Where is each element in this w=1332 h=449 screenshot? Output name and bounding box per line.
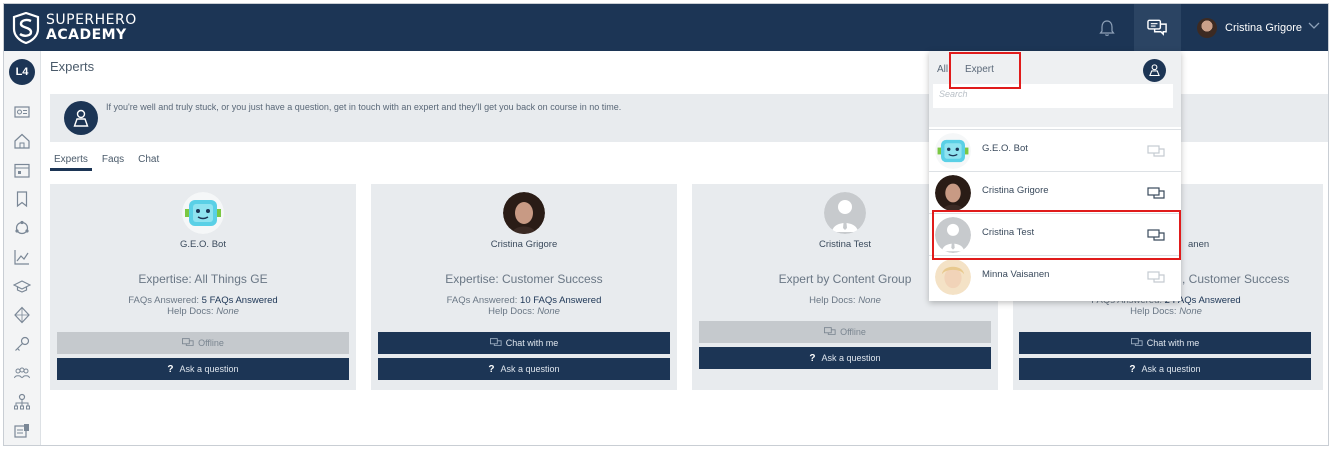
id-card-icon[interactable] (13, 103, 31, 121)
ask-question-button[interactable]: ? Ask a question (699, 347, 991, 369)
expertise: , Customer Success (1182, 272, 1290, 286)
avatar (935, 175, 971, 211)
question-icon: ? (167, 364, 174, 375)
users-group-icon[interactable] (13, 364, 31, 382)
chat-icon (182, 338, 194, 346)
app-window: SUPERHERO ACADEMY Cristina Grigore L4 Ex… (3, 3, 1329, 446)
help-docs-label: Help Docs: (167, 306, 214, 317)
chevron-down-icon[interactable] (1308, 22, 1320, 30)
question-icon: ? (488, 364, 495, 375)
tab-experts[interactable]: Experts (50, 154, 92, 171)
tab-chat[interactable]: Chat (134, 154, 163, 171)
bookmark-icon[interactable] (13, 190, 31, 208)
avatar (935, 259, 971, 295)
help-docs-label: Help Docs: (809, 295, 856, 306)
expert-card: Cristina Grigore Expertise: Customer Suc… (371, 184, 677, 390)
brand-line2: ACADEMY (46, 27, 127, 43)
help-docs-value: None (858, 295, 881, 306)
expert-name: Cristina Grigore (490, 239, 558, 250)
bell-icon[interactable] (1096, 17, 1118, 39)
brand-line1: SUPERHERO (46, 12, 137, 28)
top-bar: SUPERHERO ACADEMY Cristina Grigore (4, 4, 1328, 51)
calendar-icon[interactable] (13, 161, 31, 179)
faqs-label: FAQs Answered: (128, 295, 200, 306)
list-item[interactable]: Cristina Grigore (929, 171, 1181, 213)
expert-name: anen (1188, 239, 1210, 250)
help-docs-value: None (216, 306, 239, 317)
user-name: Cristina Grigore (1225, 22, 1303, 34)
ask-question-button[interactable]: ? Ask a question (57, 358, 349, 380)
chat-icon (1147, 19, 1167, 36)
chat-icon[interactable] (1147, 271, 1165, 284)
chat-icon (1130, 338, 1143, 346)
chat-with-me-button[interactable]: Chat with me (378, 332, 670, 354)
help-docs-label: Help Docs: (488, 306, 535, 317)
shield-logo-icon (12, 12, 40, 44)
question-icon: ? (809, 353, 816, 364)
chat-icon (489, 338, 502, 346)
left-sidebar: L4 (4, 51, 41, 445)
faqs-value: 5 FAQs Answered (201, 295, 278, 306)
contact-name: Minna Vaisanen (982, 269, 1050, 280)
faqs-value: 10 FAQs Answered (520, 295, 602, 306)
avatar (503, 192, 545, 234)
user-menu[interactable]: Cristina Grigore (1197, 16, 1302, 40)
chat-icon[interactable] (1147, 187, 1165, 200)
expert-name: G.E.O. Bot (180, 239, 226, 250)
chat-with-me-button[interactable]: Chat with me (1019, 332, 1311, 354)
robot-avatar (935, 133, 971, 169)
expertise: Expertise: All Things GE (138, 272, 268, 286)
info-text: If you're well and truly stuck, or you j… (106, 102, 622, 112)
default-avatar (824, 192, 866, 234)
news-icon[interactable] (13, 422, 31, 440)
expert-filter-icon[interactable] (1143, 59, 1166, 82)
offline-button[interactable]: Offline (57, 332, 349, 354)
list-item[interactable]: G.E.O. Bot (929, 129, 1181, 171)
graduation-cap-icon[interactable] (13, 277, 31, 295)
ask-question-button[interactable]: ? Ask a question (378, 358, 670, 380)
page-title: Experts (50, 59, 95, 74)
network-icon[interactable] (13, 219, 31, 237)
expertise: Expertise: Customer Success (445, 272, 603, 286)
home-icon[interactable] (13, 132, 31, 150)
tab-bar: Experts Faqs Chat (50, 154, 169, 171)
tab-faqs[interactable]: Faqs (98, 154, 128, 171)
list-item[interactable]: Minna Vaisanen (929, 255, 1181, 301)
org-chart-icon[interactable] (13, 393, 31, 411)
diamond-icon[interactable] (13, 306, 31, 324)
level-badge[interactable]: L4 (9, 59, 35, 85)
offline-button[interactable]: Offline (699, 321, 991, 343)
contact-name: Cristina Grigore (982, 185, 1049, 196)
chat-icon[interactable] (1147, 145, 1165, 158)
avatar (1197, 18, 1217, 38)
dropdown-tab-all[interactable]: All (937, 64, 948, 75)
faqs-label: FAQs Answered: (446, 295, 518, 306)
help-docs-label: Help Docs: (1130, 306, 1177, 317)
expert-card: G.E.O. Bot Expertise: All Things GE FAQs… (50, 184, 356, 390)
help-docs-value: None (537, 306, 560, 317)
key-icon[interactable] (13, 335, 31, 353)
contact-name: G.E.O. Bot (982, 143, 1028, 154)
expert-tab-highlight (949, 52, 1021, 89)
expert-icon (64, 101, 98, 135)
brand-logo[interactable]: SUPERHERO ACADEMY (12, 10, 152, 46)
cristina-test-highlight (932, 210, 1181, 260)
line-chart-icon[interactable] (13, 248, 31, 266)
chat-menu-button[interactable] (1134, 4, 1181, 51)
question-icon: ? (1129, 364, 1136, 375)
robot-avatar (182, 192, 224, 234)
ask-question-button[interactable]: ? Ask a question (1019, 358, 1311, 380)
chat-icon (824, 327, 836, 335)
help-docs-value: None (1179, 306, 1202, 317)
